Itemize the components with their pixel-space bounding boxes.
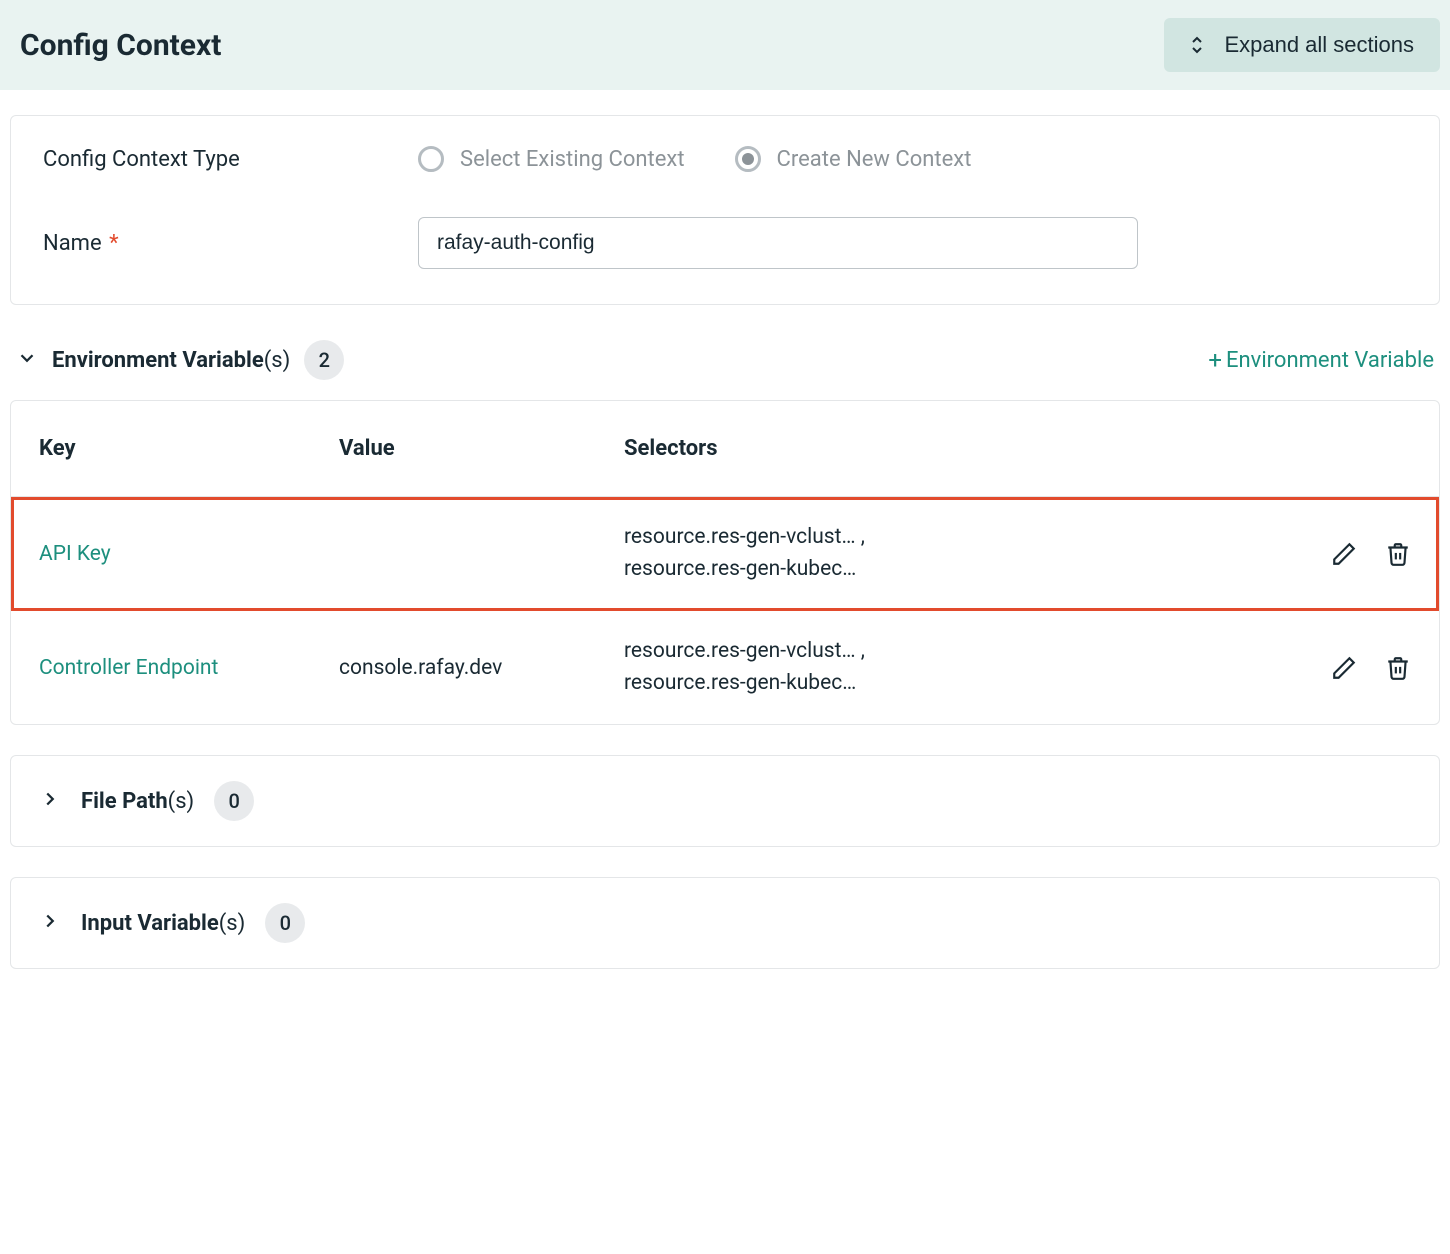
env-key-link[interactable]: API Key (39, 542, 111, 566)
table-header: Key Value Selectors (11, 401, 1439, 497)
name-label: Name * (43, 231, 418, 256)
chevron-right-icon (39, 910, 61, 937)
type-label: Config Context Type (43, 147, 418, 172)
env-count-badge: 2 (304, 340, 344, 380)
file-paths-section[interactable]: File Path(s) 0 (10, 755, 1440, 847)
env-selectors: resource.res-gen-vclust… , resource.res-… (624, 522, 1281, 585)
input-variables-section[interactable]: Input Variable(s) 0 (10, 877, 1440, 969)
radio-icon (735, 146, 761, 172)
input-count-badge: 0 (265, 903, 305, 943)
radio-select-existing[interactable]: Select Existing Context (418, 146, 685, 172)
env-selectors: resource.res-gen-vclust… , resource.res-… (624, 636, 1281, 699)
file-paths-title: File Path(s) (81, 789, 194, 814)
env-section-title: Environment Variable(s) (52, 348, 290, 373)
col-header-selectors: Selectors (624, 436, 1281, 461)
radio-label: Select Existing Context (460, 147, 685, 172)
delete-icon[interactable] (1385, 541, 1411, 567)
chevron-right-icon (39, 788, 61, 815)
radio-label: Create New Context (777, 147, 972, 172)
edit-icon[interactable] (1331, 655, 1357, 681)
add-env-variable-button[interactable]: + Environment Variable (1208, 346, 1434, 374)
input-variables-title: Input Variable(s) (81, 911, 245, 936)
expand-all-label: Expand all sections (1224, 32, 1414, 58)
table-row: API Key resource.res-gen-vclust… , resou… (11, 497, 1439, 611)
col-header-value: Value (339, 436, 624, 461)
page-title: Config Context (20, 28, 221, 63)
expand-all-button[interactable]: Expand all sections (1164, 18, 1440, 72)
edit-icon[interactable] (1331, 541, 1357, 567)
delete-icon[interactable] (1385, 655, 1411, 681)
env-variables-table: Key Value Selectors API Key resource.res… (10, 400, 1440, 725)
radio-create-new[interactable]: Create New Context (735, 146, 972, 172)
table-row: Controller Endpoint console.rafay.dev re… (11, 611, 1439, 724)
plus-icon: + (1208, 346, 1222, 374)
env-key-link[interactable]: Controller Endpoint (39, 656, 218, 680)
expand-collapse-icon (1190, 36, 1204, 54)
config-context-form: Config Context Type Select Existing Cont… (10, 115, 1440, 305)
file-count-badge: 0 (214, 781, 254, 821)
col-header-key: Key (39, 436, 339, 461)
env-value: console.rafay.dev (339, 656, 502, 680)
required-marker: * (109, 231, 118, 256)
header-bar: Config Context Expand all sections (0, 0, 1450, 90)
name-input[interactable] (418, 217, 1138, 269)
chevron-down-icon[interactable] (16, 347, 38, 374)
radio-icon (418, 146, 444, 172)
